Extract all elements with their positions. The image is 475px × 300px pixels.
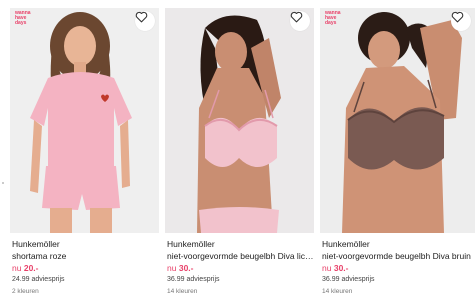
- product-image[interactable]: wanna have days: [320, 8, 475, 233]
- color-count: 2 kleuren: [12, 288, 39, 295]
- price-prefix: nu: [167, 263, 177, 273]
- recommended-price: 36.99 adviesprijs: [322, 276, 375, 283]
- product-name[interactable]: niet-voorgevormde beugelbh Diva bruin: [322, 251, 475, 261]
- recommended-price: 36.99 adviesprijs: [167, 276, 220, 283]
- heart-outline-icon: [135, 11, 148, 23]
- price-value: 20.-: [23, 263, 39, 273]
- wishlist-button[interactable]: [135, 11, 155, 31]
- wishlist-button[interactable]: [290, 11, 310, 31]
- price-prefix: nu: [12, 263, 22, 273]
- product-photo-bra-pink: [165, 8, 314, 233]
- recommended-price: 24.99 adviesprijs: [12, 276, 65, 283]
- promo-badge: wanna have days: [15, 10, 31, 26]
- product-image[interactable]: wanna have days: [10, 8, 159, 233]
- heart-outline-icon: [290, 11, 303, 23]
- product-photo-bra-brown: [320, 8, 475, 233]
- product-name[interactable]: shortama roze: [12, 251, 161, 261]
- product-price: nu 30.-: [322, 263, 349, 273]
- product-brand: Hunkemöller: [167, 239, 215, 249]
- product-name[interactable]: niet-voorgevormde beugelbh Diva lichtr..…: [167, 251, 316, 261]
- product-image[interactable]: [165, 8, 314, 233]
- color-count: 14 kleuren: [322, 288, 353, 295]
- color-count: 14 kleuren: [167, 288, 198, 295]
- product-photo-shortama: [10, 8, 159, 233]
- price-value: 30.-: [333, 263, 349, 273]
- page-edge-marker: [2, 182, 4, 184]
- product-price: nu 30.-: [167, 263, 194, 273]
- product-price: nu 20.-: [12, 263, 39, 273]
- product-brand: Hunkemöller: [12, 239, 60, 249]
- price-value: 30.-: [178, 263, 194, 273]
- heart-outline-icon: [451, 11, 464, 23]
- product-card[interactable]: wanna have days Hunkemöller shortama roz…: [10, 8, 159, 300]
- wishlist-button[interactable]: [451, 11, 471, 31]
- promo-badge: wanna have days: [325, 10, 341, 26]
- price-prefix: nu: [322, 263, 332, 273]
- product-card[interactable]: Hunkemöller niet-voorgevormde beugelbh D…: [165, 8, 316, 300]
- product-brand: Hunkemöller: [322, 239, 370, 249]
- product-card[interactable]: wanna have days Hunkemöller niet-voorgev…: [320, 8, 475, 300]
